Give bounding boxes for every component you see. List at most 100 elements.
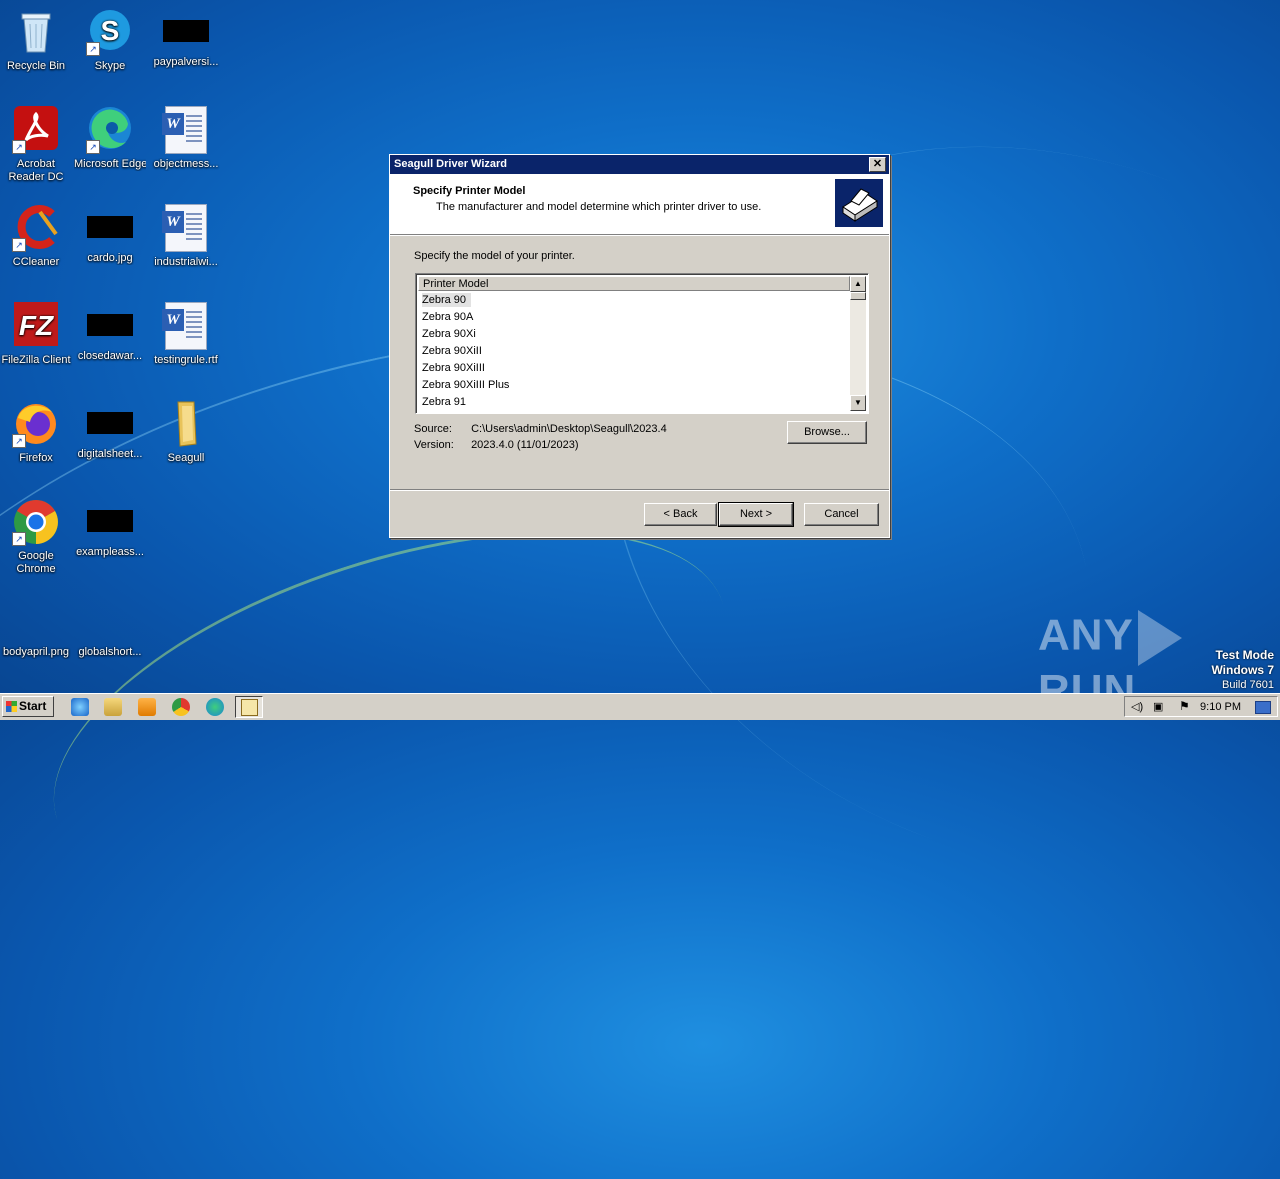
- scroll-down-icon[interactable]: ▼: [850, 395, 866, 411]
- shortcut-arrow-icon: ↗: [86, 42, 100, 56]
- chrome-icon: ↗: [12, 498, 60, 546]
- browse-button[interactable]: Browse...: [787, 421, 867, 444]
- internet-explorer-icon[interactable]: [71, 698, 89, 716]
- version-row: Version: 2023.4.0 (11/01/2023): [414, 439, 579, 451]
- printer-icon: [835, 179, 883, 227]
- word-doc-icon: W: [162, 302, 210, 350]
- icon-label: testingrule.rtf: [154, 354, 218, 366]
- list-item[interactable]: Zebra 90Xi: [418, 326, 850, 343]
- desktop-icon-recycle-bin[interactable]: Recycle Bin: [0, 8, 72, 73]
- shortcut-arrow-icon: ↗: [12, 434, 26, 448]
- desktop-icon-skype[interactable]: S ↗ Skype: [74, 8, 146, 73]
- scroll-thumb[interactable]: [850, 292, 866, 300]
- icon-label: Skype: [94, 60, 126, 72]
- button-separator: [390, 489, 889, 491]
- dialog-titlebar[interactable]: Seagull Driver Wizard ✕: [390, 155, 889, 174]
- icon-label: FileZilla Client: [1, 354, 71, 366]
- icon-label: paypalversi...: [153, 56, 219, 68]
- list-item[interactable]: Zebra 90XiIII: [418, 360, 850, 377]
- wizard-header: Specify Printer Model The manufacturer a…: [390, 174, 889, 235]
- prompt-text: Specify the model of your printer.: [414, 250, 575, 262]
- scroll-up-icon[interactable]: ▲: [850, 276, 866, 292]
- system-tray: ◁) ▣ ⚑ 9:10 PM: [1124, 696, 1278, 717]
- desktop-icon-testingrule[interactable]: W testingrule.rtf: [150, 302, 222, 367]
- shortcut-arrow-icon: ↗: [12, 140, 26, 154]
- version-value: 2023.4.0 (11/01/2023): [471, 439, 579, 451]
- list-item[interactable]: Zebra 90XiIII Plus: [418, 377, 850, 394]
- show-desktop-icon[interactable]: [1255, 701, 1271, 714]
- word-doc-icon: W: [162, 204, 210, 252]
- chrome-taskbar-icon[interactable]: [172, 698, 190, 716]
- desktop-icon-filezilla[interactable]: FZ FileZilla Client: [0, 302, 72, 367]
- icon-label: Seagull: [167, 452, 205, 464]
- file-explorer-icon[interactable]: [104, 698, 122, 716]
- desktop-icon-microsoft-edge[interactable]: ↗ Microsoft Edge: [74, 106, 146, 171]
- icon-label: Microsoft Edge: [74, 158, 146, 170]
- desktop-icon-acrobat-reader[interactable]: ↗ Acrobat Reader DC: [0, 106, 72, 184]
- cancel-button[interactable]: Cancel: [804, 503, 879, 526]
- filezilla-icon: FZ: [12, 302, 60, 350]
- icon-label: cardo.jpg: [87, 252, 133, 264]
- desktop-icon-globalshort[interactable]: globalshort...: [74, 598, 146, 659]
- icon-label: exampleass...: [76, 546, 144, 558]
- test-mode-notice: Test Mode Windows 7 Build 7601: [1211, 648, 1274, 692]
- next-button[interactable]: Next >: [718, 502, 794, 527]
- version-label: Version:: [414, 439, 454, 451]
- list-scrollbar[interactable]: ▲ ▼: [850, 276, 866, 411]
- edge-icon: ↗: [86, 106, 134, 154]
- word-doc-icon: W: [162, 106, 210, 154]
- printer-model-list[interactable]: Printer Model Zebra 90 Zebra 90A Zebra 9…: [415, 273, 869, 414]
- desktop-icon-ccleaner[interactable]: ↗ CCleaner: [0, 204, 72, 269]
- folder-icon: [162, 400, 210, 448]
- firefox-icon: ↗: [12, 400, 60, 448]
- list-item[interactable]: Zebra 90XiII: [418, 343, 850, 360]
- desktop-icon-digitalsheet[interactable]: digitalsheet...: [74, 400, 146, 461]
- desktop-icon-industrialwi[interactable]: W industrialwi...: [150, 204, 222, 269]
- header-subtitle: The manufacturer and model determine whi…: [436, 201, 762, 213]
- icon-label: closedawar...: [77, 350, 143, 362]
- thumbnail-icon: [163, 20, 209, 42]
- skype-icon: S ↗: [86, 8, 134, 56]
- desktop-icon-google-chrome[interactable]: ↗ Google Chrome: [0, 498, 72, 576]
- close-button[interactable]: ✕: [869, 157, 886, 172]
- desktop-icon-bodyapril[interactable]: bodyapril.png: [0, 598, 72, 659]
- list-item[interactable]: Zebra 90: [418, 292, 850, 309]
- list-item[interactable]: Zebra 91: [418, 394, 850, 411]
- desktop-icon-seagull-folder[interactable]: Seagull: [150, 400, 222, 465]
- network-icon[interactable]: ▣: [1153, 700, 1163, 713]
- desktop-icon-paypalversi[interactable]: paypalversi...: [150, 8, 222, 69]
- back-button[interactable]: < Back: [644, 503, 717, 526]
- os-build: Build 7601: [1222, 679, 1274, 691]
- icon-label: Acrobat Reader DC: [8, 158, 64, 183]
- desktop-icon-firefox[interactable]: ↗ Firefox: [0, 400, 72, 465]
- desktop-icon-closedawar[interactable]: closedawar...: [74, 302, 146, 363]
- list-item[interactable]: Zebra 90A: [418, 309, 850, 326]
- column-header-printer-model[interactable]: Printer Model: [418, 276, 850, 291]
- clock[interactable]: 9:10 PM: [1200, 701, 1241, 713]
- play-logo-icon: [1137, 610, 1182, 666]
- icon-label: objectmess...: [153, 158, 219, 170]
- start-button[interactable]: Start: [2, 696, 54, 717]
- svg-text:S: S: [101, 15, 120, 46]
- seagull-driver-wizard-dialog: Seagull Driver Wizard ✕ Specify Printer …: [389, 154, 890, 538]
- taskbar: Start ◁) ▣ ⚑ 9:10 PM: [0, 693, 1280, 720]
- media-player-icon[interactable]: [138, 698, 156, 716]
- source-row: Source: C:\Users\admin\Desktop\Seagull\2…: [414, 423, 667, 435]
- icon-label: industrialwi...: [154, 256, 218, 268]
- shortcut-arrow-icon: ↗: [12, 238, 26, 252]
- taskbar-seagull-wizard[interactable]: [235, 696, 263, 718]
- desktop-icon-exampleass[interactable]: exampleass...: [74, 498, 146, 559]
- desktop-icon-objectmess[interactable]: W objectmess...: [150, 106, 222, 171]
- edge-taskbar-icon[interactable]: [206, 698, 224, 716]
- volume-icon[interactable]: ◁): [1131, 700, 1143, 713]
- ccleaner-icon: ↗: [12, 204, 60, 252]
- header-title: Specify Printer Model: [413, 185, 526, 197]
- action-center-flag-icon[interactable]: ⚑: [1179, 699, 1190, 713]
- thumbnail-icon: [87, 510, 133, 532]
- shortcut-arrow-icon: ↗: [12, 532, 26, 546]
- icon-label: digitalsheet...: [77, 448, 143, 460]
- svg-text:FZ: FZ: [19, 310, 54, 341]
- wizard-body: Specify the model of your printer. Print…: [390, 235, 889, 491]
- desktop-icon-cardo[interactable]: cardo.jpg: [74, 204, 146, 265]
- thumbnail-icon: [87, 314, 133, 336]
